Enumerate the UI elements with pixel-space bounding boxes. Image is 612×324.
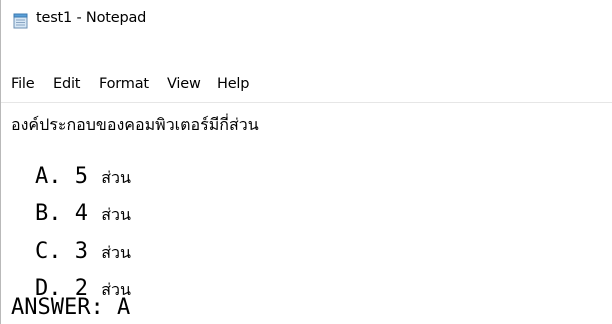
window-title: test1 - Notepad (36, 10, 147, 26)
menu-format[interactable]: Format (99, 76, 149, 92)
notepad-window: test1 - Notepad File Edit Format View He… (0, 0, 612, 324)
menu-bar: File Edit Format View Help (1, 67, 612, 103)
notepad-icon (13, 13, 28, 29)
title-bar[interactable]: test1 - Notepad (1, 0, 612, 42)
menu-view[interactable]: View (167, 76, 201, 92)
menu-help[interactable]: Help (217, 76, 249, 92)
answer-line: ANSWER: A (11, 295, 131, 320)
question-line: องค์ประกอบของคอมพิวเตอร์มีกี่ส่วน (11, 115, 259, 134)
menu-edit[interactable]: Edit (53, 76, 80, 92)
text-editor-area[interactable]: องค์ประกอบของคอมพิวเตอร์มีกี่ส่วน A. 5 ส… (1, 103, 612, 324)
menu-file[interactable]: File (11, 76, 35, 92)
